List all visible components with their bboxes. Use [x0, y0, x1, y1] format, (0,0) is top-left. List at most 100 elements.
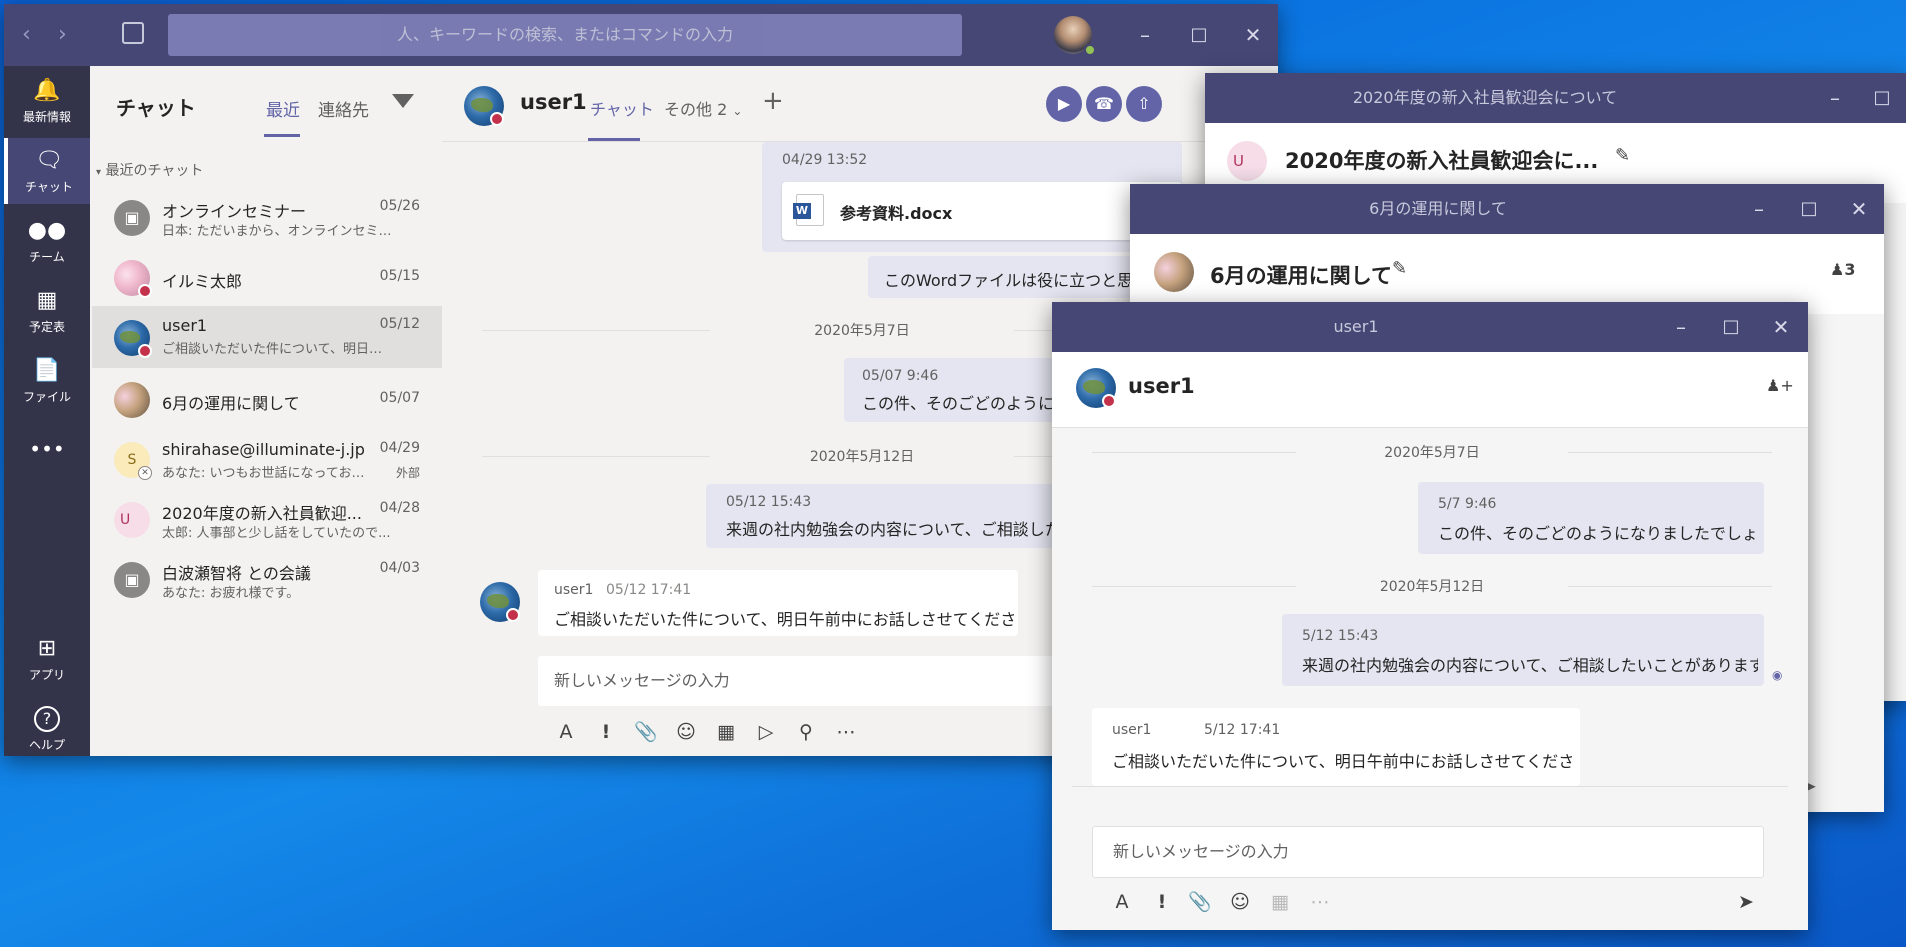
rail-label: チャット: [25, 180, 73, 194]
schedule-icon[interactable]: ▦: [712, 718, 740, 746]
message-time: 5/12 15:43: [1302, 628, 1379, 644]
rail-label: 予定表: [28, 320, 65, 334]
important-icon[interactable]: !: [592, 718, 620, 746]
window-titlebar: 2020年度の新入社員歓迎会について – □: [1205, 73, 1906, 123]
tab-more[interactable]: その他 2 ⌄: [664, 96, 742, 120]
tab-chat[interactable]: チャット: [590, 96, 654, 120]
maximize-icon[interactable]: □: [1784, 184, 1834, 234]
list-item[interactable]: ▣ オンラインセミナー 日本: ただいまから、オンラインセミナー... 05/2…: [92, 188, 442, 246]
maximize-icon[interactable]: □: [1174, 10, 1224, 60]
close-icon[interactable]: ✕: [1228, 10, 1278, 60]
format-icon[interactable]: A: [1108, 888, 1136, 916]
schedule-icon[interactable]: ▦: [1266, 888, 1294, 916]
app-rail: 🔔 最新情報 🗨 チャット ●● チーム ▦ 予定表 📄 ファイル ••• ⊞ …: [4, 66, 90, 756]
tab-recent[interactable]: 最近: [266, 96, 300, 121]
busy-status: [138, 284, 152, 298]
rail-calendar[interactable]: ▦ 予定表: [4, 278, 90, 344]
date-separator: 2020年5月12日: [1092, 576, 1772, 596]
more-options-icon[interactable]: ⋯: [832, 718, 860, 746]
tab-chat-underline: [588, 138, 640, 141]
more-icon: •••: [29, 437, 65, 461]
busy-status: [490, 112, 504, 126]
participants-button[interactable]: ♟3: [1830, 260, 1855, 279]
attach-icon[interactable]: 📎: [632, 718, 660, 746]
window-title: 6月の運用に関して: [1369, 199, 1507, 218]
rail-files[interactable]: 📄 ファイル: [4, 348, 90, 414]
add-people-icon[interactable]: ♟+: [1766, 376, 1794, 395]
group-avatar: U: [1227, 141, 1267, 181]
list-item[interactable]: ▣ 白波瀬智将 との会議 あなた: お疲れ様です。 04/03: [92, 550, 442, 608]
list-item[interactable]: S ✕ shirahase@illuminate-j.jp あなた: いつもお世…: [92, 430, 442, 488]
rail-label: ファイル: [22, 390, 71, 404]
date-label: 2020年5月12日: [809, 449, 915, 465]
rail-activity[interactable]: 🔔 最新情報: [4, 68, 90, 134]
audio-call-button[interactable]: ☎: [1086, 86, 1122, 122]
filter-icon[interactable]: [392, 94, 414, 108]
rail-chat[interactable]: 🗨 チャット: [4, 138, 90, 204]
calendar-icon: ▦: [36, 288, 58, 313]
forward-icon[interactable]: ›: [58, 22, 67, 47]
rail-label: 最新情報: [22, 110, 71, 124]
window-header: user1 ♟+: [1052, 352, 1808, 428]
rail-more[interactable]: •••: [4, 426, 90, 466]
bell-icon: 🔔: [33, 78, 61, 103]
section-label: 最近のチャット: [105, 163, 204, 179]
file-card[interactable]: W 参考資料.docx: [782, 182, 1182, 240]
edit-icon[interactable]: ✎: [1615, 145, 1630, 166]
group-avatar: [1154, 252, 1194, 292]
back-icon[interactable]: ‹: [22, 22, 31, 47]
add-tab-icon[interactable]: +: [762, 86, 784, 116]
available-dot: [1084, 44, 1096, 56]
format-icon[interactable]: A: [552, 718, 580, 746]
chevron-down-icon: ⌄: [732, 104, 743, 118]
minimize-icon[interactable]: –: [1656, 302, 1706, 352]
date-label: 2020年5月7日: [814, 323, 910, 339]
participant-count: 3: [1844, 260, 1856, 279]
compose-input[interactable]: 新しいメッセージの入力: [1092, 826, 1764, 878]
group-avatar: [114, 382, 150, 418]
people-icon: ♟: [1830, 260, 1845, 279]
tab-contacts[interactable]: 連絡先: [318, 96, 369, 121]
minimize-icon[interactable]: –: [1734, 184, 1784, 234]
more-options-icon[interactable]: ⋯: [1306, 888, 1334, 916]
minimize-icon[interactable]: –: [1120, 10, 1170, 60]
video-call-button[interactable]: ▶: [1046, 86, 1082, 122]
close-icon[interactable]: ✕: [1756, 302, 1806, 352]
chat-preview: 日本: ただいまから、オンラインセミナー...: [162, 224, 392, 239]
busy-status: [506, 608, 520, 622]
compose-input[interactable]: 新しいメッセージの入力: [538, 656, 1098, 706]
list-item[interactable]: イルミ太郎 05/15: [92, 248, 442, 306]
compose-icon[interactable]: [122, 22, 144, 44]
list-item[interactable]: user1 ご相談いただいた件について、明日午... 05/12: [92, 306, 442, 368]
important-icon[interactable]: !: [1148, 888, 1176, 916]
chat-date: 05/07: [379, 390, 420, 406]
praise-icon[interactable]: ⚲: [792, 718, 820, 746]
minimize-icon[interactable]: –: [1810, 73, 1860, 123]
chat-date: 05/12: [379, 316, 420, 332]
help-icon: ?: [34, 706, 60, 732]
search-input[interactable]: 人、キーワードの検索、またはコマンドの入力: [168, 14, 962, 56]
chat-date: 04/03: [379, 560, 420, 576]
conversation-header: user1 チャット その他 2 ⌄ + ▶ ☎ ⇧: [442, 66, 1278, 142]
rail-help[interactable]: ? ヘルプ: [4, 696, 90, 756]
compose-divider: [1072, 786, 1788, 787]
attach-icon[interactable]: 📎: [1186, 888, 1214, 916]
section-recent-chats[interactable]: ▾ 最近のチャット: [96, 160, 203, 180]
rail-apps[interactable]: ⊞ アプリ: [4, 626, 90, 692]
stream-icon[interactable]: ▷: [752, 718, 780, 746]
chat-name: オンラインセミナー: [162, 202, 307, 221]
rail-teams[interactable]: ●● チーム: [4, 208, 90, 274]
list-item[interactable]: U 2020年度の新入社員歓迎... 太郎: 人事部と少し話をしていたので...…: [92, 490, 442, 548]
emoji-icon[interactable]: ☺: [672, 718, 700, 746]
close-icon[interactable]: ✕: [1834, 184, 1884, 234]
send-icon[interactable]: ➤: [1732, 888, 1760, 916]
chat-name: 白波瀬智将 との会議: [162, 564, 311, 583]
list-item[interactable]: 6月の運用に関して 05/07: [92, 370, 442, 428]
maximize-icon[interactable]: □: [1706, 302, 1756, 352]
window-titlebar: 6月の運用に関して – □ ✕: [1130, 184, 1884, 234]
edit-icon[interactable]: ✎: [1392, 258, 1407, 279]
emoji-icon[interactable]: ☺: [1226, 888, 1254, 916]
maximize-icon[interactable]: □: [1857, 73, 1906, 123]
message-bubble: 5/12 15:43 来週の社内勉強会の内容について、ご相談したいことがあります…: [1282, 614, 1764, 686]
share-screen-button[interactable]: ⇧: [1126, 86, 1162, 122]
